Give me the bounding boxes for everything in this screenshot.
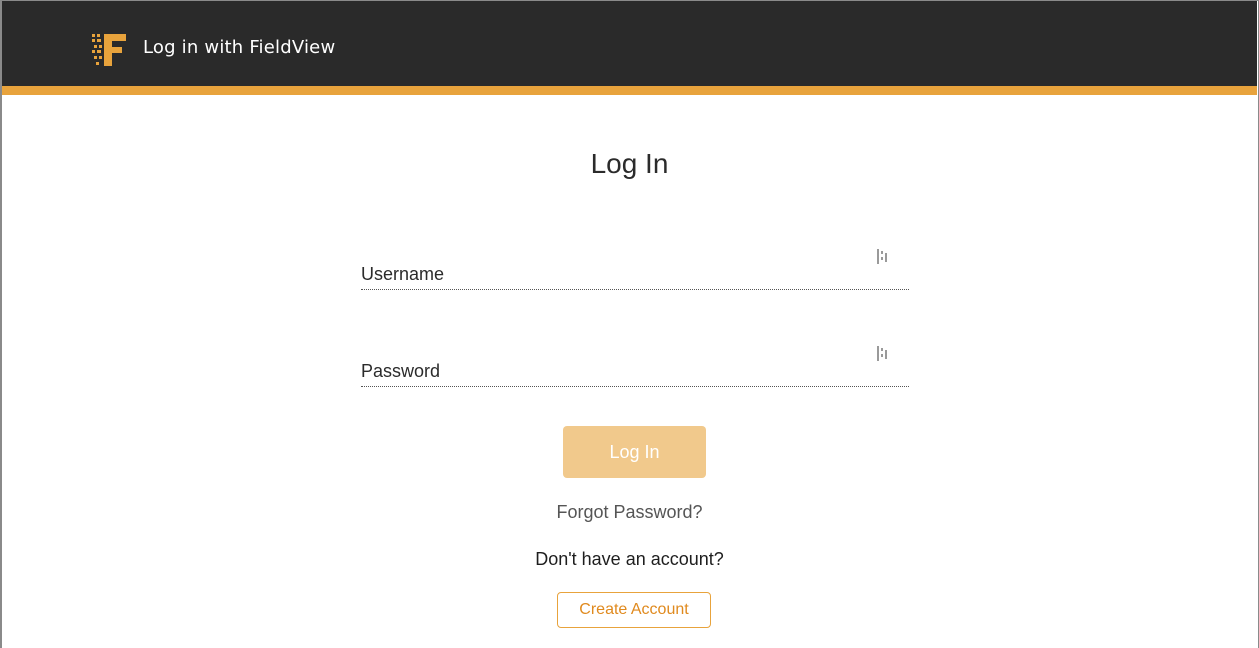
login-button[interactable]: Log In — [563, 426, 706, 478]
username-field[interactable] — [361, 248, 909, 290]
username-input[interactable] — [361, 250, 909, 289]
create-account-button[interactable]: Create Account — [557, 592, 711, 628]
app-header: Log in with FieldView — [2, 1, 1257, 86]
password-manager-icon[interactable] — [877, 345, 889, 363]
password-input[interactable] — [361, 347, 909, 386]
forgot-password-link[interactable]: Forgot Password? — [0, 502, 1259, 523]
header-accent-stripe — [2, 86, 1257, 95]
fieldview-logo-icon — [92, 34, 126, 66]
password-manager-icon[interactable] — [877, 248, 889, 266]
header-title: Log in with FieldView — [143, 37, 336, 58]
no-account-text: Don't have an account? — [535, 549, 724, 569]
page-title: Log In — [590, 148, 669, 179]
password-field[interactable] — [361, 345, 909, 387]
